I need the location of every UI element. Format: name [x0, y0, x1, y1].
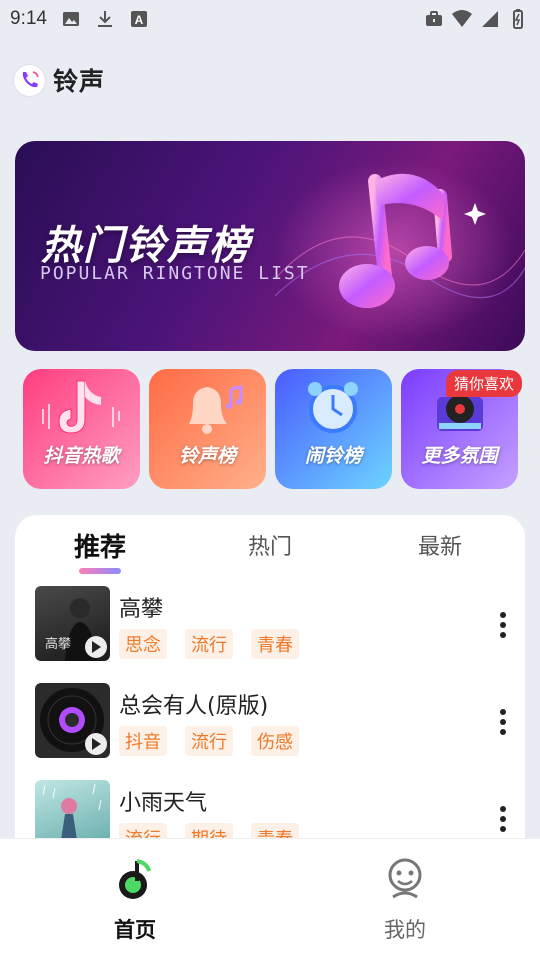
song-title: 小雨天气 [119, 791, 208, 816]
alarm-clock-icon [308, 382, 358, 433]
category-ringtone-chart[interactable]: 铃声榜 [149, 369, 266, 489]
status-bar: 9:14 A [0, 0, 540, 38]
tab-latest[interactable]: 最新 [418, 529, 462, 561]
battery-icon [513, 9, 523, 29]
tag[interactable]: 流行 [185, 629, 233, 659]
song-cover[interactable]: 高攀 [35, 586, 110, 661]
nav-label: 首页 [114, 918, 156, 942]
nav-home[interactable]: 首页 [65, 839, 205, 949]
more-vertical-icon[interactable] [491, 610, 515, 640]
guess-you-like-badge: 猜你喜欢 [446, 370, 523, 397]
category-row: 抖音热歌 铃声榜 闹铃榜 更多氛围 [23, 369, 518, 489]
profile-icon [388, 858, 422, 899]
tiktok-icon [42, 380, 120, 434]
category-label: 闹铃榜 [304, 445, 362, 467]
svg-text:A: A [135, 13, 144, 27]
song-row[interactable]: 高攀 高攀 思念 流行 青春 [35, 586, 515, 664]
tab-recommend[interactable]: 推荐 [74, 527, 126, 564]
tag[interactable]: 青春 [251, 629, 299, 659]
tab-indicator [79, 568, 121, 574]
category-alarm-chart[interactable]: 闹铃榜 [275, 369, 392, 489]
song-title: 总会有人(原版) [119, 694, 269, 719]
play-icon[interactable] [85, 733, 107, 755]
category-label: 更多氛围 [421, 445, 498, 467]
nav-label: 我的 [384, 918, 426, 942]
song-row[interactable]: 小雨天气 流行 期待 青春 [35, 780, 515, 845]
nav-profile[interactable]: 我的 [335, 839, 475, 949]
music-note-banner-icon [275, 161, 525, 341]
category-label: 抖音热歌 [43, 445, 120, 467]
app-header: 铃声 [14, 62, 105, 98]
music-note-icon [119, 859, 151, 899]
bottom-nav: 首页 我的 [0, 838, 540, 960]
song-row[interactable]: 总会有人(原版) 抖音 流行 伤感 [35, 683, 515, 761]
tag[interactable]: 抖音 [119, 726, 167, 756]
work-profile-icon [426, 11, 442, 26]
song-cover[interactable] [35, 780, 110, 845]
play-icon[interactable] [85, 636, 107, 658]
status-time: 9:14 [10, 8, 47, 29]
tab-bar: 推荐 热门 最新 [15, 515, 525, 575]
wifi-icon [452, 10, 472, 27]
song-tags: 思念 流行 青春 [119, 629, 299, 659]
tab-hot[interactable]: 热门 [248, 529, 292, 561]
image-icon [62, 12, 79, 26]
more-vertical-icon[interactable] [491, 804, 515, 834]
song-tags: 抖音 流行 伤感 [119, 726, 299, 756]
song-title: 高攀 [119, 597, 164, 622]
a-box-icon: A [130, 11, 147, 27]
tag[interactable]: 流行 [185, 726, 233, 756]
song-cover[interactable] [35, 683, 110, 758]
download-icon [97, 11, 112, 27]
banner[interactable]: 热门铃声榜 POPULAR RINGTONE LIST [15, 141, 525, 351]
cover-art-rain-girl [42, 783, 102, 840]
banner-subtitle: POPULAR RINGTONE LIST [40, 263, 310, 284]
tag[interactable]: 思念 [119, 629, 167, 659]
category-label: 铃声榜 [178, 445, 236, 467]
page-title: 铃声 [53, 67, 106, 96]
song-list-card: 推荐 热门 最新 高攀 高攀 思念 流行 青春 总会有人(原版) 抖音 流行 伤… [15, 515, 525, 845]
signal-icon [482, 11, 498, 27]
category-douyin[interactable]: 抖音热歌 [23, 369, 140, 489]
bell-icon [189, 385, 243, 434]
svg-text:高攀: 高攀 [45, 636, 71, 652]
app-logo-icon [14, 64, 45, 96]
more-vertical-icon[interactable] [491, 707, 515, 737]
tag[interactable]: 伤感 [251, 726, 299, 756]
